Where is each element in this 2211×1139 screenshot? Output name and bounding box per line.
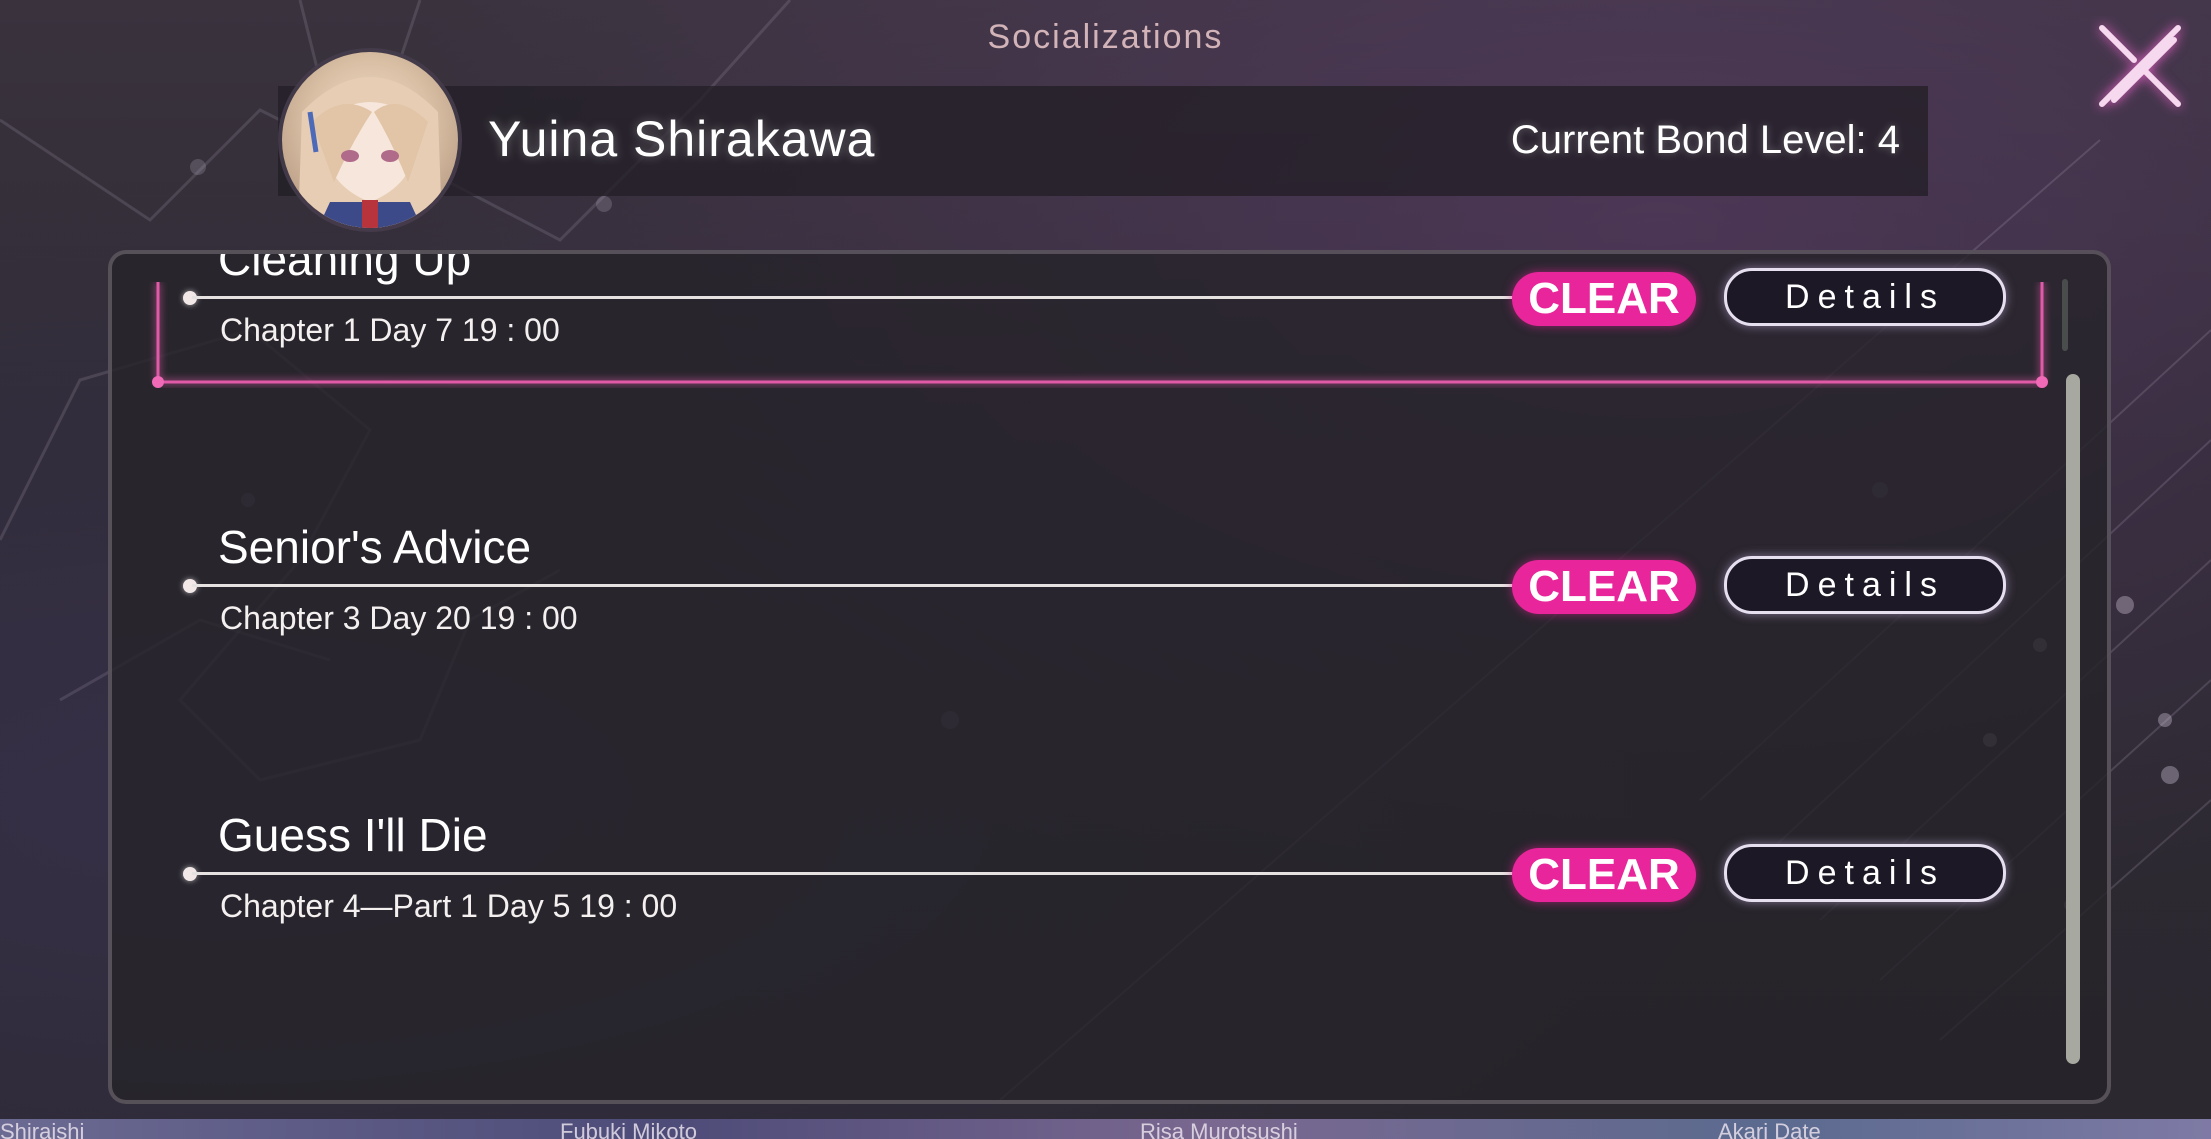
event-row[interactable]: Senior's Advice Chapter 3 Day 20 19 : 00…: [112, 520, 2107, 670]
strip-name: Akari Date: [1718, 1119, 1821, 1139]
scrollbar-track: [2062, 279, 2068, 351]
event-title: Cleaning Up: [218, 250, 472, 285]
screen-title: Socializations: [987, 18, 1224, 56]
strip-name: Shiraishi: [0, 1119, 85, 1139]
event-row[interactable]: Guess I'll Die Chapter 4—Part 1 Day 5 19…: [112, 808, 2107, 958]
strip-name: Fubuki Mikoto: [560, 1119, 697, 1139]
event-row[interactable]: Cleaning Up Chapter 1 Day 7 19 : 00 CLEA…: [112, 250, 2107, 382]
socialization-list[interactable]: Cleaning Up Chapter 1 Day 7 19 : 00 CLEA…: [108, 250, 2111, 1104]
scrollbar-thumb[interactable]: [2066, 374, 2080, 1064]
event-title: Senior's Advice: [218, 521, 532, 573]
close-button[interactable]: [2090, 16, 2190, 116]
event-subtitle: Chapter 3 Day 20 19 : 00: [220, 600, 578, 636]
event-subtitle: Chapter 4—Part 1 Day 5 19 : 00: [220, 888, 678, 924]
portrait-image: [298, 77, 442, 228]
event-subtitle: Chapter 1 Day 7 19 : 00: [220, 312, 560, 348]
strip-name: Risa Murotsushi: [1140, 1119, 1298, 1139]
details-button[interactable]: Details: [1724, 268, 2006, 326]
event-title: Guess I'll Die: [218, 809, 488, 861]
row-divider: [192, 584, 1632, 587]
clear-badge: CLEAR: [1512, 272, 1696, 326]
character-name: Yuina Shirakawa: [488, 111, 876, 167]
row-divider: [192, 872, 1632, 875]
clear-badge: CLEAR: [1512, 560, 1696, 614]
character-avatar: [282, 52, 458, 228]
row-divider: [192, 296, 1632, 299]
details-button[interactable]: Details: [1724, 556, 2006, 614]
clear-badge: CLEAR: [1512, 848, 1696, 902]
character-strip[interactable]: Shiraishi Fubuki Mikoto Risa Murotsushi …: [0, 1119, 2211, 1139]
details-button[interactable]: Details: [1724, 844, 2006, 902]
close-x-icon: [2099, 25, 2181, 107]
bond-level: Current Bond Level: 4: [1510, 118, 1900, 162]
